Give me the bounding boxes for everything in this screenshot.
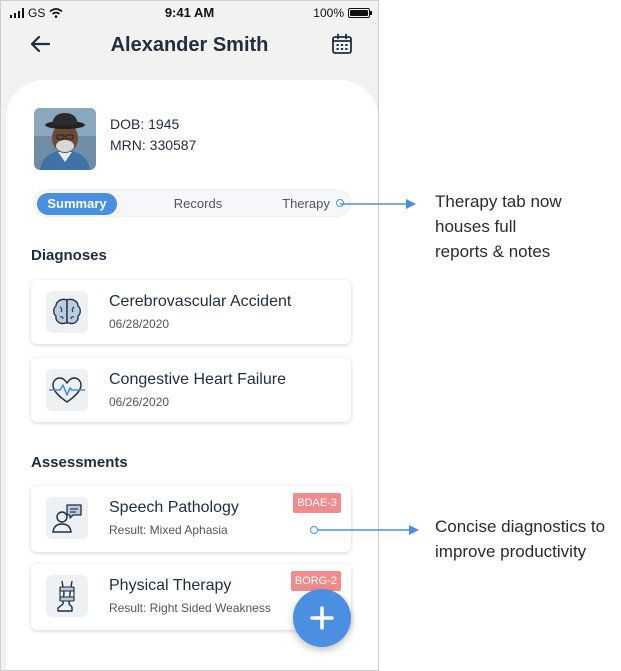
patient-card: DOB: 1945 MRN: 330587 Summary Records Th… <box>6 80 378 670</box>
diagnostics-callout-dot <box>310 526 318 534</box>
therapy-annotation-line: houses full <box>435 217 517 236</box>
patient-photo <box>34 108 96 170</box>
assessment-badge: BORG-2 <box>290 571 341 591</box>
tab-therapy[interactable]: Therapy <box>278 193 334 215</box>
therapy-annotation-line: Therapy tab now <box>435 192 562 211</box>
tab-records[interactable]: Records <box>166 193 230 215</box>
diagnostics-arrowhead <box>409 525 419 535</box>
therapy-arrowhead <box>406 199 416 209</box>
assessment-name: Speech Pathology <box>109 499 239 516</box>
therapy-annotation-line: reports & notes <box>435 242 551 261</box>
diagnosis-icon-box <box>46 291 88 333</box>
diagnosis-icon-box <box>46 369 88 411</box>
assessment-icon-box <box>46 497 88 539</box>
header: Alexander Smith <box>1 29 378 65</box>
diagnosis-date: 06/28/2020 <box>109 317 170 331</box>
assessments-heading: Assessments <box>31 454 128 471</box>
diagnostics-annotation-line: improve productivity <box>435 542 587 561</box>
phone-screen: GS 9:41 AM 100% Alexander Smith DOB: 194… <box>0 0 379 671</box>
page-title: Alexander Smith <box>110 34 269 56</box>
diagnostics-annotation-line: Concise diagnostics to <box>435 517 606 536</box>
therapy-annotation: Therapy tab now houses full reports & no… <box>435 189 562 264</box>
battery-percent: 100% <box>313 6 344 20</box>
assessment-result: Result: Right Sided Weakness <box>109 601 271 615</box>
battery-icon <box>348 8 372 18</box>
diagnosis-name: Cerebrovascular Accident <box>109 293 292 310</box>
leg-brace-icon <box>57 580 75 612</box>
avatar <box>34 108 96 170</box>
assessment-icon-box <box>46 575 88 617</box>
diagnostics-annotation: Concise diagnostics to improve productiv… <box>435 514 605 564</box>
status-right: 100% <box>313 6 372 20</box>
diagnosis-name: Congestive Heart Failure <box>109 371 286 388</box>
assessment-name: Physical Therapy <box>109 577 232 594</box>
calendar-icon <box>332 33 352 54</box>
assessment-result: Result: Mixed Aphasia <box>109 523 228 537</box>
patient-mrn: MRN: 330587 <box>110 137 197 153</box>
plus-icon <box>310 606 334 630</box>
add-button[interactable] <box>293 589 351 647</box>
diagnoses-heading: Diagnoses <box>31 247 107 264</box>
heart-pulse-icon <box>49 377 85 403</box>
therapy-callout-dot <box>336 199 344 207</box>
status-bar: GS 9:41 AM 100% <box>1 1 378 25</box>
assessment-item[interactable]: Speech Pathology Result: Mixed Aphasia B… <box>31 486 351 552</box>
diagnosis-date: 06/26/2020 <box>109 395 170 409</box>
calendar-button[interactable] <box>331 33 355 57</box>
diagnosis-item[interactable]: Cerebrovascular Accident 06/28/2020 <box>31 280 351 344</box>
patient-info: DOB: 1945 MRN: 330587 <box>110 114 196 156</box>
tab-bar: Summary Records Therapy <box>33 189 351 217</box>
tab-summary[interactable]: Summary <box>37 193 117 215</box>
diagnosis-item[interactable]: Congestive Heart Failure 06/26/2020 <box>31 358 351 422</box>
brain-icon <box>53 298 81 325</box>
assessment-badge: BDAE-3 <box>293 493 341 513</box>
patient-dob: DOB: 1945 <box>110 116 180 132</box>
speech-person-icon <box>52 504 82 533</box>
